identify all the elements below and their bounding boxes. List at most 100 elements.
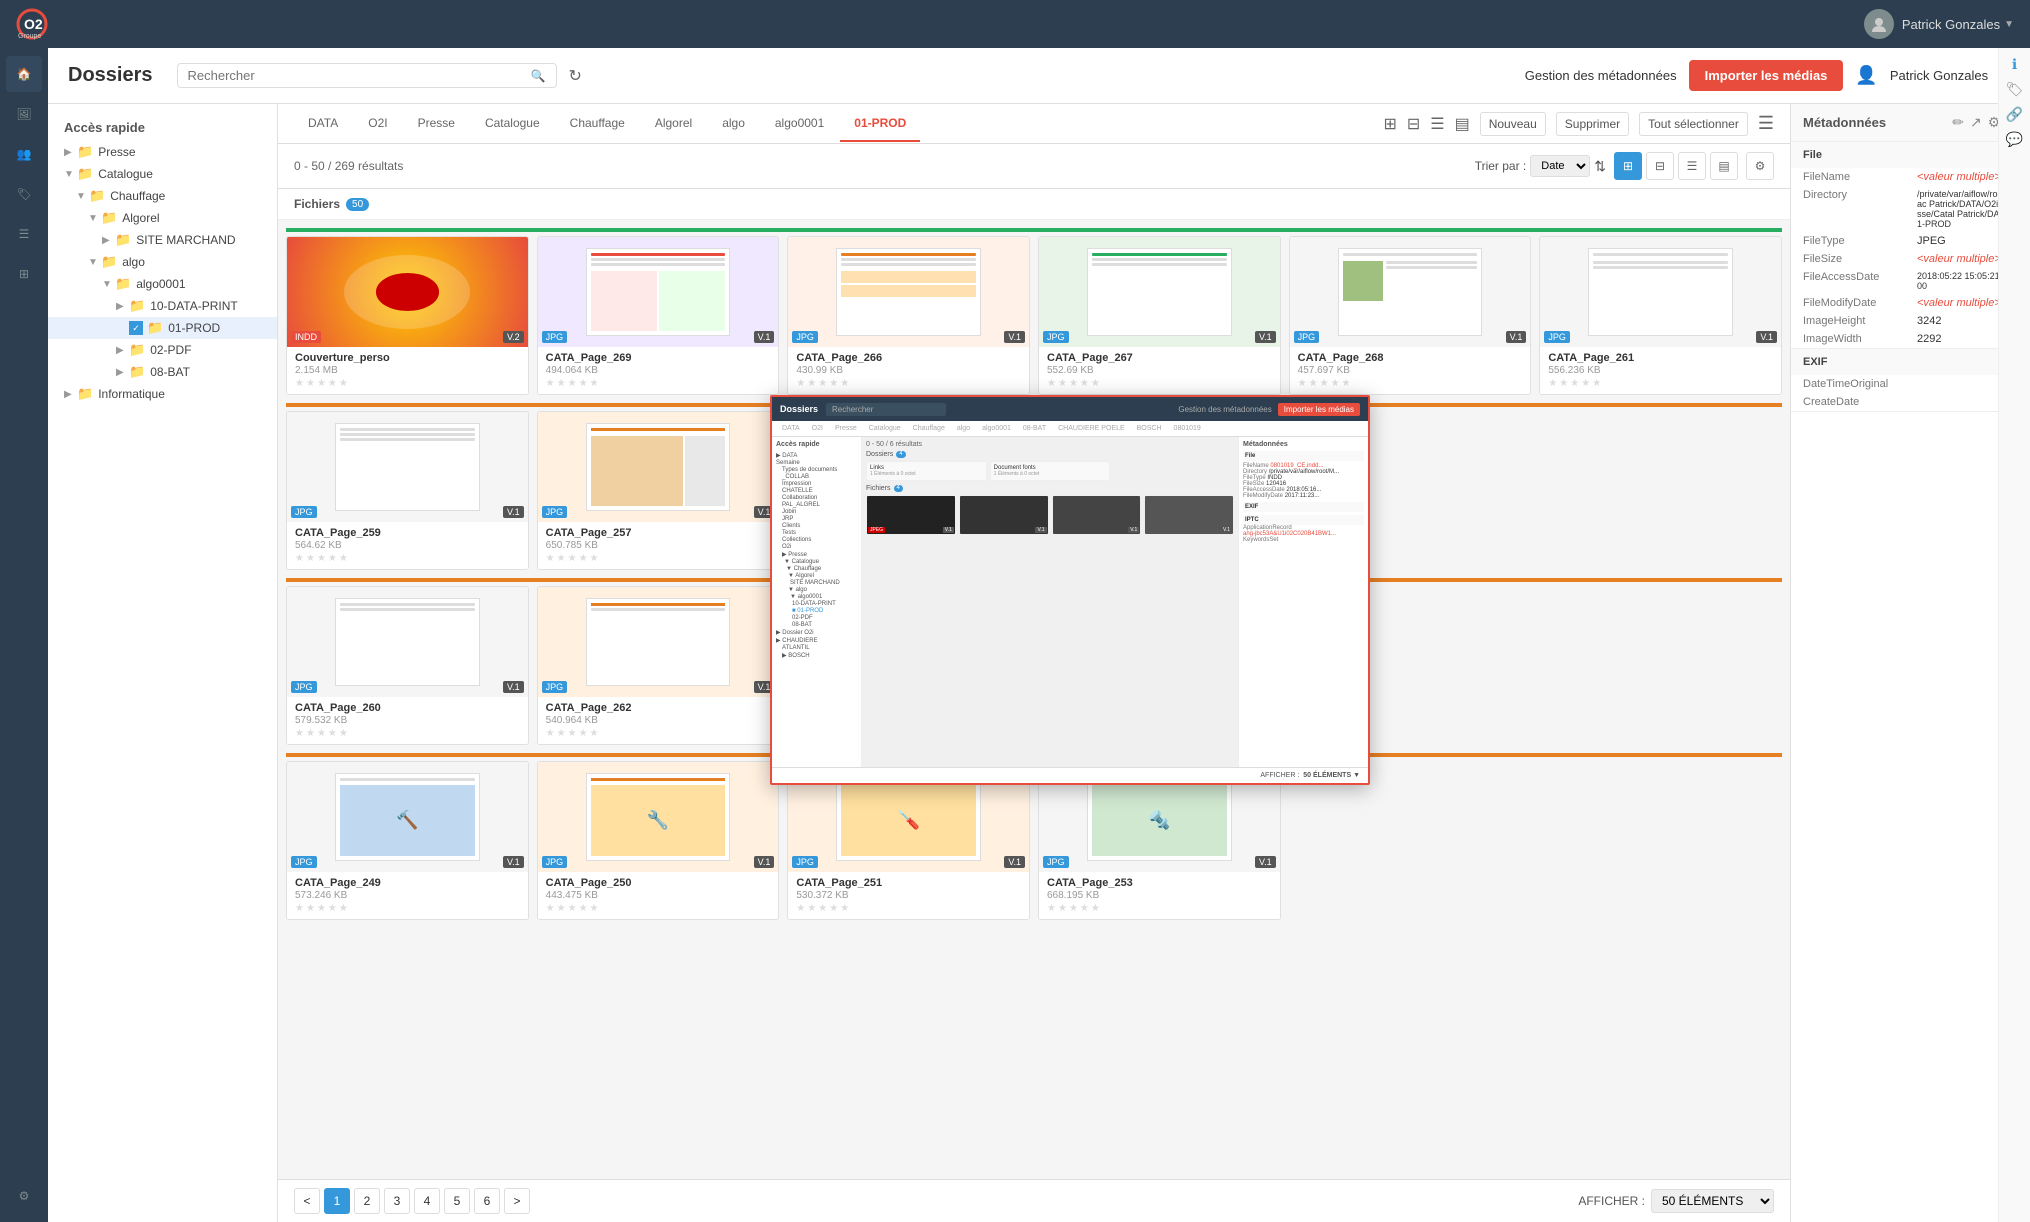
tree-item-algorel[interactable]: ▼ 📁 Algorel	[48, 207, 277, 229]
sort-select[interactable]: Date Nom Taille	[1530, 155, 1590, 177]
grid-view-large-icon[interactable]: ⊞	[1383, 114, 1396, 134]
tree-arrow: ▶	[116, 345, 126, 356]
page-btn-4[interactable]: 4	[414, 1188, 440, 1214]
grid-item[interactable]: 🔧 V.1 JPG CATA_Page_250 443.475 KB ★★★★★	[537, 761, 780, 920]
panel-link-icon[interactable]: 🔗	[2006, 106, 2023, 123]
per-page-select[interactable]: 50 ÉLÉMENTS 25 ÉLÉMENTS 100 ÉLÉMENTS	[1651, 1189, 1774, 1213]
page-btn-1[interactable]: 1	[324, 1188, 350, 1214]
grid-item[interactable]: V.1 JPG CATA_Page_267 552.69 KB ★★★★★	[1038, 236, 1281, 395]
tree-checkbox[interactable]: ✓	[129, 321, 143, 335]
tree-item-presse[interactable]: ▶ 📁 Presse	[48, 141, 277, 163]
sidebar-grid-icon[interactable]: ⊞	[6, 256, 42, 292]
tree-label: algo	[122, 255, 145, 269]
star: ★	[579, 553, 588, 564]
files-count-badge: 50	[346, 198, 369, 211]
header-bar: Dossiers 🔍 ↻ Gestion des métadonnées Imp…	[48, 48, 2030, 104]
user-menu-chevron[interactable]: ▼	[2004, 19, 2014, 30]
next-page-button[interactable]: >	[504, 1188, 530, 1214]
grid-small-view-btn[interactable]: ⊟	[1646, 152, 1674, 180]
star: ★	[807, 378, 816, 389]
tab-algorel[interactable]: Algorel	[641, 106, 706, 142]
tree-item-08-bat[interactable]: ▶ 📁 08-BAT	[48, 361, 277, 383]
star: ★	[328, 728, 337, 739]
sort-direction-icon[interactable]: ⇅	[1594, 158, 1606, 175]
list-view-btn[interactable]: ☰	[1678, 152, 1706, 180]
import-button[interactable]: Importer les médias	[1689, 60, 1844, 91]
sidebar-tag-icon[interactable]: 🏷	[6, 176, 42, 212]
sidebar-list-icon[interactable]: ☰	[6, 216, 42, 252]
tree-arrow: ▶	[116, 367, 126, 378]
tab-algo[interactable]: algo	[708, 106, 759, 142]
app-logo[interactable]: O2 Groupe	[16, 6, 64, 42]
header-username: Patrick Gonzales	[1890, 68, 1988, 83]
list-view-icon[interactable]: ☰	[1430, 114, 1444, 134]
tree-item-algo[interactable]: ▼ 📁 algo	[48, 251, 277, 273]
top-nav-right: Patrick Gonzales ▼	[1864, 9, 2014, 39]
settings-button[interactable]: ⚙	[1746, 152, 1774, 180]
grid-view-medium-icon[interactable]: ⊟	[1407, 114, 1420, 134]
sidebar-home-icon[interactable]: 🏠	[6, 56, 42, 92]
star: ★	[1080, 903, 1089, 914]
new-button[interactable]: Nouveau	[1480, 112, 1546, 136]
grid-item[interactable]: V.1 JPG CATA_Page_262 540.964 KB ★★★★★	[537, 586, 780, 745]
metadata-panel-header: Métadonnées ✏ ↗ ⚙ ✕	[1791, 104, 2030, 142]
prev-page-button[interactable]: <	[294, 1188, 320, 1214]
grid-item[interactable]: V.1 JPG CATA_Page_269 494.064 KB ★★★★★	[537, 236, 780, 395]
grid-large-view-btn[interactable]: ⊞	[1614, 152, 1642, 180]
grid-item[interactable]: V.1 JPG CATA_Page_268 457.697 KB ★★★★★	[1289, 236, 1532, 395]
tab-presse[interactable]: Presse	[404, 106, 469, 142]
tab-algo0001[interactable]: algo0001	[761, 106, 838, 142]
file-section-header[interactable]: File ▼	[1791, 142, 2030, 168]
star-5: ★	[339, 378, 348, 389]
grid-item[interactable]: V.2 INDD Couverture_perso 2.154 MB ★ ★ ★…	[286, 236, 529, 395]
edit-icon[interactable]: ✏	[1952, 114, 1964, 131]
item-size: 494.064 KB	[546, 365, 771, 376]
tree-item-algo0001[interactable]: ▼ 📁 algo0001	[48, 273, 277, 295]
metadata-link[interactable]: Gestion des métadonnées	[1525, 68, 1677, 83]
tree-item-catalogue[interactable]: ▼ 📁 Catalogue	[48, 163, 277, 185]
delete-button[interactable]: Supprimer	[1556, 112, 1629, 136]
more-options-icon[interactable]: ☰	[1758, 113, 1774, 134]
grid-item[interactable]: V.1 JPG CATA_Page_257 650.785 KB ★★★★★	[537, 411, 780, 570]
tab-data[interactable]: DATA	[294, 106, 352, 142]
panel-comment-icon[interactable]: 💬	[2006, 131, 2023, 148]
meta-row-datetimeoriginal: DateTimeOriginal	[1791, 375, 2030, 393]
sidebar-image-icon[interactable]: 🖼	[6, 96, 42, 132]
star: ★	[1548, 378, 1557, 389]
header-user-icon[interactable]: 👤	[1855, 65, 1877, 86]
page-btn-6[interactable]: 6	[474, 1188, 500, 1214]
page-btn-2[interactable]: 2	[354, 1188, 380, 1214]
user-avatar[interactable]	[1864, 9, 1894, 39]
sidebar-people-icon[interactable]: 👥	[6, 136, 42, 172]
sidebar-settings-icon[interactable]: ⚙	[6, 1178, 42, 1214]
export-icon[interactable]: ↗	[1970, 114, 1982, 131]
grid-item[interactable]: V.1 JPG CATA_Page_266 430.99 KB ★★★★★	[787, 236, 1030, 395]
tab-o2i[interactable]: O2I	[354, 106, 401, 142]
grid-item[interactable]: V.1 JPG CATA_Page_261 556.236 KB ★★★★★	[1539, 236, 1782, 395]
tab-01prod[interactable]: 01-PROD	[840, 106, 920, 142]
meta-key: FileAccessDate	[1803, 271, 1913, 291]
tree-item-site-marchand[interactable]: ▶ 📁 SITE MARCHAND	[48, 229, 277, 251]
select-all-button[interactable]: Tout sélectionner	[1639, 112, 1748, 136]
tree-item-informatique[interactable]: ▶ 📁 Informatique	[48, 383, 277, 405]
grid-item[interactable]: 🔨 V.1 JPG CATA_Page_249 573.246 KB ★★★★★	[286, 761, 529, 920]
page-btn-5[interactable]: 5	[444, 1188, 470, 1214]
tree-item-02-pdf[interactable]: ▶ 📁 02-PDF	[48, 339, 277, 361]
tree-item-chauffage[interactable]: ▼ 📁 Chauffage	[48, 185, 277, 207]
folder-icon: 📁	[115, 232, 131, 248]
refresh-button[interactable]: ↻	[569, 66, 582, 86]
detail-view-icon[interactable]: ▤	[1455, 114, 1470, 134]
tab-catalogue[interactable]: Catalogue	[471, 106, 554, 142]
tree-item-10-data-print[interactable]: ▶ 📁 10-DATA-PRINT	[48, 295, 277, 317]
detail-view-btn[interactable]: ▤	[1710, 152, 1738, 180]
tree-item-01-prod[interactable]: ✓ 📁 01-PROD	[48, 317, 277, 339]
star: ★	[807, 903, 816, 914]
exif-section-header[interactable]: EXIF ▼	[1791, 349, 2030, 375]
folder-icon: 📁	[129, 342, 145, 358]
grid-item[interactable]: V.1 JPG CATA_Page_260 579.532 KB ★★★★★	[286, 586, 529, 745]
page-btn-3[interactable]: 3	[384, 1188, 410, 1214]
search-input[interactable]	[188, 68, 527, 83]
grid-item[interactable]: V.1 JPG CATA_Page_259 564.62 KB ★★★★★	[286, 411, 529, 570]
meta-key: DateTimeOriginal	[1803, 378, 1913, 390]
tab-chauffage[interactable]: Chauffage	[556, 106, 639, 142]
